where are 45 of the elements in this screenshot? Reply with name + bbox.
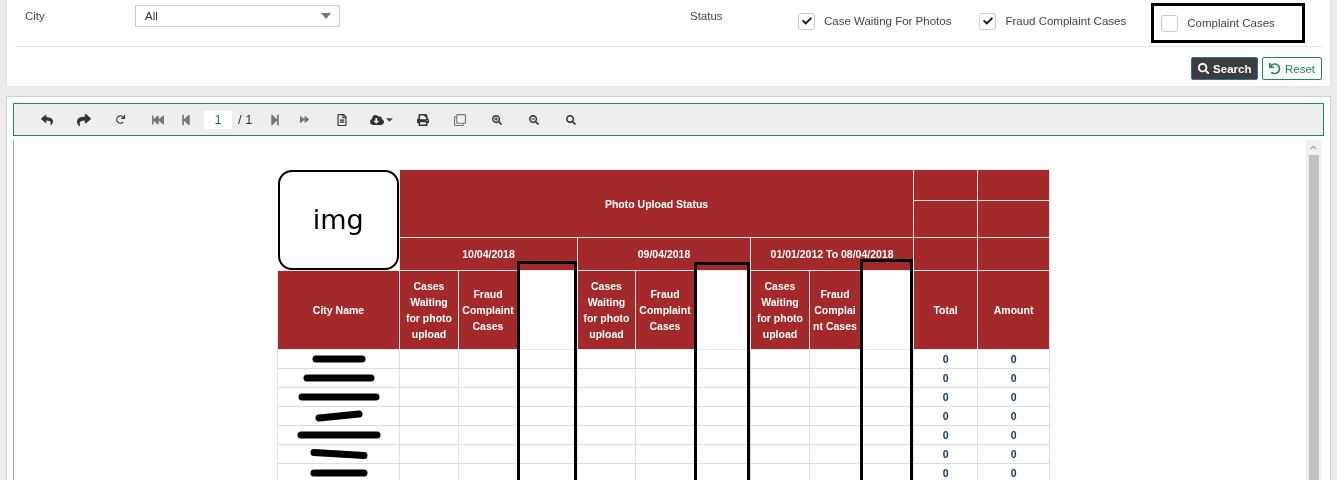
report-title: Photo Upload Status — [399, 169, 914, 238]
status-label: Status — [690, 10, 724, 22]
checkbox[interactable] — [1161, 14, 1179, 32]
date-header: 09/04/2018 — [577, 237, 751, 270]
reset-button[interactable]: Reset — [1262, 57, 1322, 80]
page-number-field[interactable]: 1 — [204, 110, 232, 129]
redaction-mark — [314, 408, 363, 423]
checkbox-label: Complaint Cases — [1187, 17, 1275, 29]
column-header: Fraud Complaint Cases — [635, 270, 695, 349]
city-label: City — [24, 10, 46, 22]
column-header: Total — [913, 270, 978, 349]
amount-value: 0 — [977, 425, 1050, 444]
city-select[interactable]: All — [135, 5, 340, 27]
undo-icon — [1269, 62, 1281, 75]
checkbox-label: Case Waiting For Photos — [824, 15, 952, 27]
redaction-mark — [309, 446, 368, 461]
checkbox[interactable] — [979, 12, 997, 30]
amount-value: 0 — [977, 349, 1050, 368]
check-icon — [801, 16, 812, 26]
total-value: 0 — [913, 349, 978, 368]
amount-value: 0 — [977, 387, 1050, 406]
column-header: Fraud Complaint Cases — [458, 270, 518, 349]
caret-icon — [321, 13, 331, 19]
search-button[interactable]: Search — [1190, 57, 1259, 80]
amount-value: 0 — [977, 368, 1050, 387]
search-icon — [1197, 62, 1210, 75]
column-header: Amount — [977, 270, 1050, 349]
total-value: 0 — [913, 387, 978, 406]
column-header: City Name — [277, 270, 400, 349]
column-header: Cases Waiting for photo upload — [399, 270, 459, 349]
amount-value: 0 — [977, 406, 1050, 425]
checkbox-label: Fraud Complaint Cases — [1005, 15, 1127, 27]
check-icon — [982, 16, 993, 26]
total-value: 0 — [913, 406, 978, 425]
checkbox[interactable] — [798, 12, 815, 30]
total-value: 0 — [913, 368, 978, 387]
total-value: 0 — [913, 444, 978, 463]
placeholder-text: img — [312, 204, 364, 235]
scrollbar[interactable] — [1306, 140, 1321, 480]
column-header: Fraud Complaint Cases — [809, 270, 861, 349]
amount-value: 0 — [977, 444, 1050, 463]
total-value: 0 — [913, 425, 978, 444]
page-count: / 1 — [238, 112, 253, 127]
column-header: Cases Waiting for photo upload — [577, 270, 636, 349]
column-header: Cases Waiting for photo upload — [750, 270, 810, 349]
